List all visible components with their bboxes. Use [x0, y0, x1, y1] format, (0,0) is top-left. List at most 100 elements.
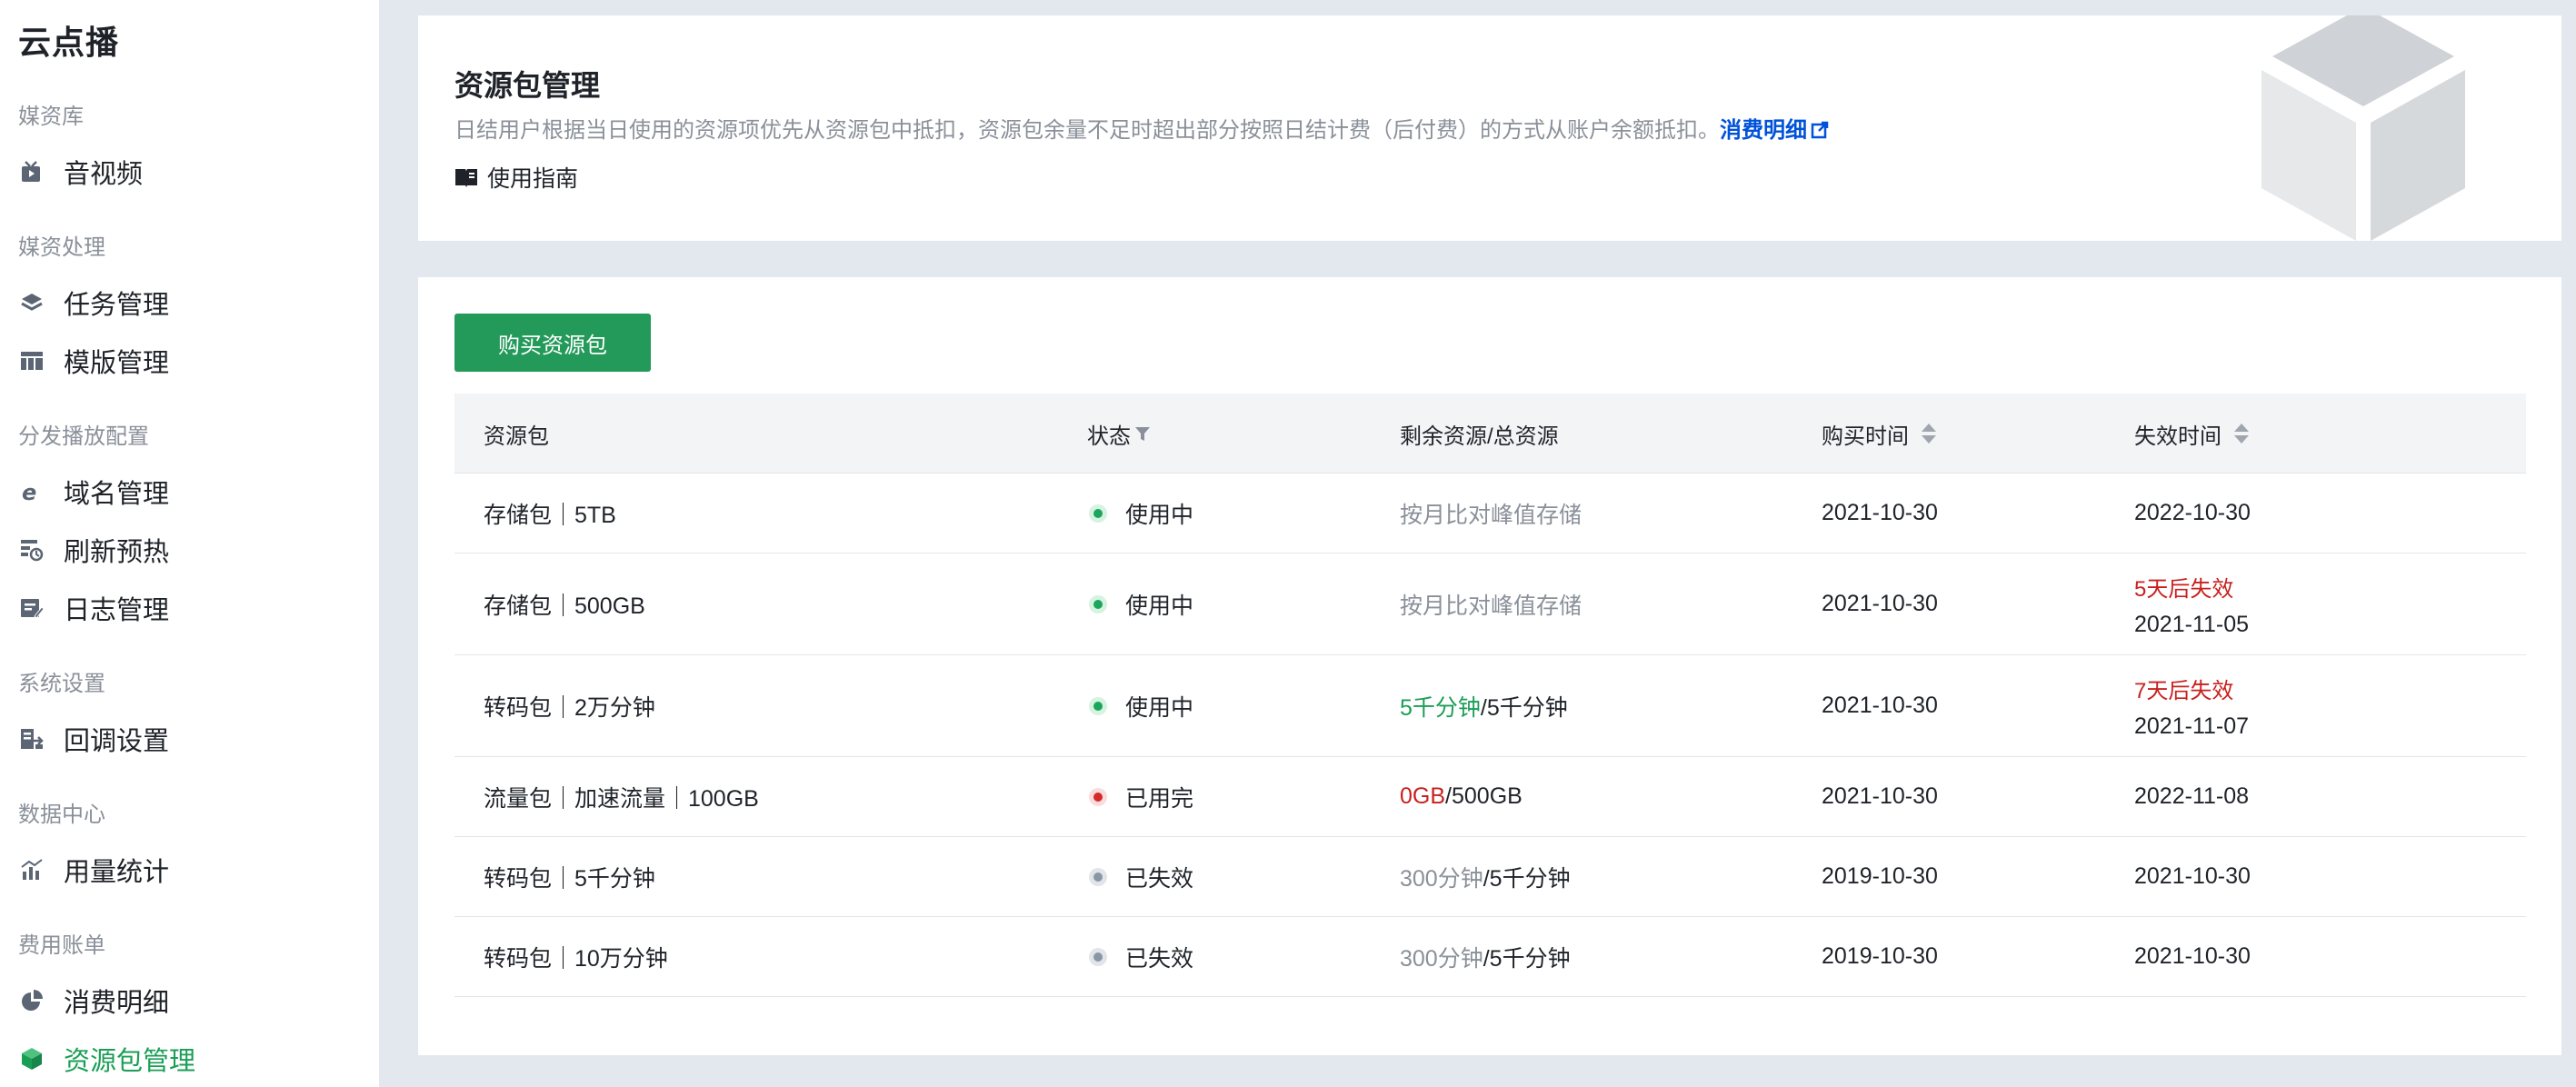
nav-group-label: 媒资库 [18, 105, 84, 129]
table-row: 转码包｜2万分钟 使用中 5千分钟/5千分钟 2021-10-30 7天后失效 … [454, 655, 2526, 757]
status-label: 已失效 [1125, 945, 1194, 972]
sidebar-item-label: 回调设置 [64, 727, 170, 756]
cell-status: 已失效 [1087, 837, 1193, 916]
sidebar-item-billing-details[interactable]: 消费明细 [0, 975, 380, 1026]
cell-remaining: 按月比对峰值存储 [1400, 553, 1582, 654]
pie-icon [20, 989, 44, 1012]
cell-buy-time: 2021-10-30 [1822, 500, 1938, 525]
cell-buy-time: 2019-10-30 [1822, 863, 1938, 889]
column-header-expire-time[interactable]: 失效时间 [2134, 394, 2251, 474]
sidebar-item-templates[interactable]: 模版管理 [0, 335, 380, 386]
remaining-value: 300分钟 [1400, 865, 1483, 892]
filter-icon[interactable] [1134, 425, 1151, 442]
cell-package: 转码包｜5千分钟 [484, 865, 655, 892]
sidebar-item-resource-packages[interactable]: 资源包管理 [0, 1033, 380, 1084]
cell-buy-time: 2021-10-30 [1822, 591, 1938, 616]
page-header-card: 资源包管理 日结用户根据当日使用的资源项优先从资源包中抵扣，资源包余量不足时超出… [418, 15, 2561, 241]
external-link-icon [1811, 121, 1829, 139]
package-illustration [2261, 15, 2465, 241]
sidebar-item-label: 任务管理 [64, 291, 170, 320]
billing-details-link[interactable]: 消费明细 [1720, 118, 1829, 143]
package-icon [20, 1047, 44, 1071]
total-value: /5千分钟 [1483, 945, 1571, 972]
sidebar-item-refresh[interactable]: 刷新预热 [0, 524, 380, 575]
domain-icon: e [20, 480, 44, 504]
nav-group-label: 数据中心 [18, 803, 105, 827]
column-header-label: 剩余资源/总资源 [1400, 424, 1559, 449]
column-header-label: 资源包 [484, 424, 549, 449]
page-description: 日结用户根据当日使用的资源项优先从资源包中抵扣，资源包余量不足时超出部分按照日结… [454, 112, 1829, 144]
cell-buy-time: 2021-10-30 [1822, 693, 1938, 718]
sidebar-item-label: 消费明细 [64, 989, 170, 1018]
sidebar-item-tasks[interactable]: 任务管理 [0, 277, 380, 328]
cell-package: 存储包｜5TB [484, 502, 616, 528]
table-row: 转码包｜5千分钟 已失效 300分钟/5千分钟 2019-10-30 2021-… [454, 837, 2526, 917]
cell-status: 使用中 [1087, 655, 1193, 756]
sidebar-item-media[interactable]: 音视频 [0, 146, 380, 197]
sidebar-item-label: 模版管理 [64, 349, 170, 378]
cell-remaining: 0GB/500GB [1400, 757, 1523, 836]
cell-package: 转码包｜2万分钟 [484, 694, 655, 721]
status-label: 使用中 [1125, 593, 1194, 619]
page-title: 资源包管理 [454, 69, 601, 102]
cell-remaining: 5千分钟/5千分钟 [1400, 655, 1568, 756]
description-text: 日结用户根据当日使用的资源项优先从资源包中抵扣，资源包余量不足时超出部分按照日结… [454, 118, 1720, 143]
cell-remaining: 按月比对峰值存储 [1400, 474, 1582, 553]
total-value: /500GB [1445, 783, 1523, 809]
sidebar-item-label: 刷新预热 [64, 538, 170, 567]
sidebar-item-label: 用量统计 [64, 858, 170, 887]
expire-warning: 7天后失效 [2134, 678, 2234, 703]
column-header-label: 状态 [1087, 424, 1131, 449]
cell-package: 流量包｜加速流量｜100GB [484, 785, 759, 812]
cell-remaining: 300分钟/5千分钟 [1400, 837, 1571, 916]
column-header-buy-time[interactable]: 购买时间 [1822, 394, 1938, 474]
remaining-value: 0GB [1400, 783, 1446, 809]
sort-icon[interactable] [2232, 422, 2251, 445]
status-dot [1089, 594, 1107, 613]
nav-group-label: 分发播放配置 [18, 424, 149, 449]
resource-package-table: 资源包 状态 剩余资源/总资源 购买时间 失效时间 存储包｜5TB 使用中 按月… [454, 394, 2526, 997]
buy-resource-package-button[interactable]: 购买资源包 [454, 314, 651, 372]
total-value: /5千分钟 [1483, 865, 1571, 892]
nav-group-label: 费用账单 [18, 933, 105, 958]
cell-expire-time: 2021-10-30 [2134, 943, 2251, 969]
cell-status: 已用完 [1087, 757, 1193, 836]
column-header-label: 购买时间 [1822, 424, 1909, 449]
sidebar-item-callback[interactable]: 回调设置 [0, 713, 380, 764]
remaining-value: 按月比对峰值存储 [1400, 593, 1583, 619]
status-dot [1089, 867, 1107, 886]
cell-status: 使用中 [1087, 553, 1193, 654]
table-row: 流量包｜加速流量｜100GB 已用完 0GB/500GB 2021-10-30 … [454, 757, 2526, 837]
nav-group-label: 媒资处理 [18, 235, 105, 260]
cell-package: 转码包｜10万分钟 [484, 945, 668, 972]
expire-date: 2021-11-07 [2134, 713, 2250, 739]
cell-expire-time: 5天后失效 2021-11-05 [2134, 553, 2249, 654]
template-icon [20, 349, 44, 373]
sidebar-item-label: 音视频 [64, 160, 144, 189]
cell-remaining: 300分钟/5千分钟 [1400, 917, 1571, 996]
layers-icon [20, 291, 44, 314]
status-label: 已失效 [1125, 865, 1194, 892]
cell-expire-time: 2022-11-08 [2134, 783, 2250, 809]
column-header-label: 失效时间 [2134, 424, 2222, 449]
table-row: 存储包｜500GB 使用中 按月比对峰值存储 2021-10-30 5天后失效 … [454, 553, 2526, 655]
remaining-value: 5千分钟 [1400, 694, 1481, 721]
table-header: 资源包 状态 剩余资源/总资源 购买时间 失效时间 [454, 394, 2526, 474]
sort-icon[interactable] [1920, 422, 1938, 445]
column-header-remaining: 剩余资源/总资源 [1400, 394, 1559, 474]
log-icon [20, 596, 44, 620]
sidebar-item-label: 日志管理 [64, 596, 170, 625]
expire-date: 2021-11-05 [2134, 611, 2250, 637]
usage-guide-link[interactable]: 使用指南 [454, 161, 578, 194]
refresh-icon [20, 538, 44, 562]
sidebar-item-domains[interactable]: e 域名管理 [0, 466, 380, 517]
table-row: 存储包｜5TB 使用中 按月比对峰值存储 2021-10-30 2022-10-… [454, 474, 2526, 553]
nav-group-label: 系统设置 [18, 672, 105, 696]
sidebar-item-usage[interactable]: 用量统计 [0, 844, 380, 895]
cell-status: 已失效 [1087, 917, 1193, 996]
resource-package-list-card: 购买资源包 资源包 状态 剩余资源/总资源 购买时间 失效时间 存储包｜5TB … [418, 277, 2561, 1055]
cell-expire-time: 7天后失效 2021-11-07 [2134, 655, 2249, 756]
sidebar-item-label: 域名管理 [64, 480, 170, 509]
column-header-status[interactable]: 状态 [1087, 394, 1151, 474]
sidebar-item-logs[interactable]: 日志管理 [0, 583, 380, 633]
